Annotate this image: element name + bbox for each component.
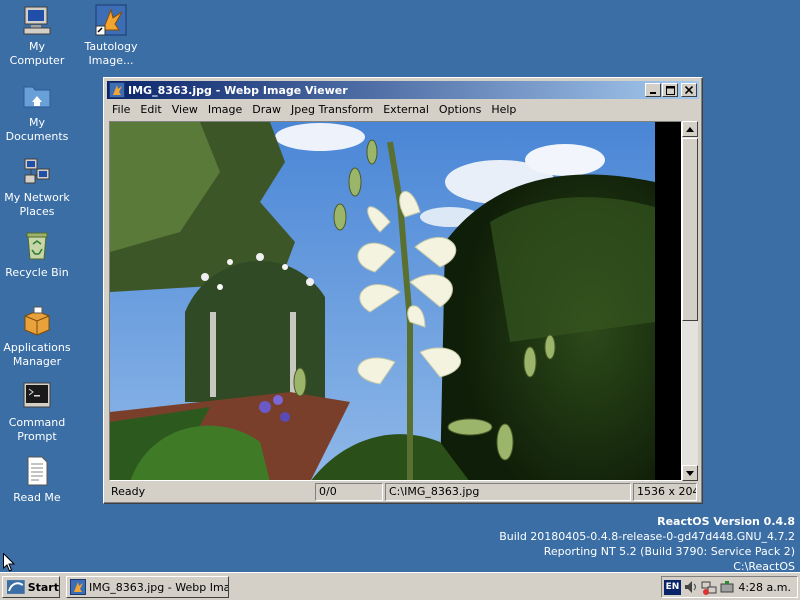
desktop-icon-my-computer[interactable]: My Computer [0,4,74,68]
desktop-icon-my-documents[interactable]: My Documents [0,80,74,144]
window-titlebar[interactable]: IMG_8363.jpg - Webp Image Viewer [107,81,699,99]
system-tray: EN 4:28 a.m. [661,576,798,598]
computer-icon [21,4,53,36]
image-viewer-window[interactable]: IMG_8363.jpg - Webp Image Viewer File Ed… [103,77,703,504]
desktop-icon-read-me[interactable]: Read Me [0,455,74,505]
menu-jpeg-transform[interactable]: Jpeg Transform [286,103,378,116]
scroll-down-button[interactable] [682,465,698,481]
desktop-icon-label: My Network Places [4,191,70,218]
network-status-icon[interactable] [701,579,717,595]
menu-file[interactable]: File [107,103,135,116]
desktop-icon-label: My Documents [5,116,69,143]
minimize-button[interactable] [645,83,661,97]
window-title: IMG_8363.jpg - Webp Image Viewer [128,83,348,97]
status-frame: 0/0 [315,483,383,501]
menu-help[interactable]: Help [486,103,521,116]
taskbar-item-label: IMG_8363.jpg - Webp Ima... [89,580,229,594]
taskbar: Start IMG_8363.jpg - Webp Ima... EN 4:28… [0,572,800,600]
mouse-cursor-icon [3,553,15,572]
text-document-icon [21,455,53,487]
image-viewer-icon [95,4,127,36]
start-button[interactable]: Start [2,576,60,598]
arrow-down-icon [686,470,694,476]
maximize-icon [665,85,675,95]
menu-bar: File Edit View Image Draw Jpeg Transform… [107,100,699,119]
image-viewport[interactable] [109,121,682,481]
safely-remove-hardware-icon[interactable] [719,579,735,595]
minimize-icon [650,92,656,94]
desktop-icon-label: My Computer [9,40,65,67]
scrollbar-thumb[interactable] [682,138,698,321]
menu-external[interactable]: External [378,103,434,116]
desktop-icon-label: Read Me [13,491,61,504]
build-info: ReactOS Version 0.4.8 Build 20180405-0.4… [499,514,795,574]
desktop-icon-label: Command Prompt [8,416,66,443]
desktop-icon-label: Recycle Bin [5,266,69,279]
arrow-up-icon [686,126,694,132]
desktop-icon-my-network-places[interactable]: My Network Places [0,155,74,219]
os-reporting: Reporting NT 5.2 (Build 3790: Service Pa… [543,545,795,558]
language-indicator[interactable]: EN [664,579,681,595]
desktop-icon-applications-manager[interactable]: Applications Manager [0,305,74,369]
start-label: Start [27,580,59,594]
desktop-icon-recycle-bin[interactable]: Recycle Bin [0,230,74,280]
taskbar-item-image-viewer[interactable]: IMG_8363.jpg - Webp Ima... [66,576,229,598]
menu-draw[interactable]: Draw [247,103,286,116]
garden-flower-photo [110,122,681,480]
clock[interactable]: 4:28 a.m. [738,581,791,594]
desktop-icon-label: Tautology Image... [84,40,138,67]
os-version: ReactOS Version 0.4.8 [657,515,795,528]
image-viewer-icon [109,82,125,98]
network-icon [21,155,53,187]
menu-image[interactable]: Image [203,103,247,116]
close-button[interactable] [681,83,697,97]
menu-view[interactable]: View [167,103,203,116]
desktop-icon-tautology-image[interactable]: Tautology Image... [74,4,148,68]
recycle-bin-icon [21,230,53,262]
scroll-up-button[interactable] [682,121,698,137]
start-logo-icon [7,580,25,594]
os-build: Build 20180405-0.4.8-release-0-gd47d448.… [499,530,795,543]
documents-folder-icon [21,80,53,112]
status-path: C:\IMG_8363.jpg [385,483,631,501]
image-viewer-icon [70,579,86,595]
status-dimensions: 1536 x 2048 [633,483,697,501]
menu-options[interactable]: Options [434,103,486,116]
menu-edit[interactable]: Edit [135,103,166,116]
package-icon [21,305,53,337]
status-text: Ready [111,485,146,498]
volume-icon[interactable] [683,579,699,595]
status-bar: Ready 0/0 C:\IMG_8363.jpg 1536 x 2048 [107,483,699,501]
vertical-scrollbar[interactable] [682,121,698,481]
maximize-button[interactable] [662,83,678,97]
terminal-icon [21,380,53,412]
desktop-icon-label: Applications Manager [3,341,71,368]
close-icon [685,86,693,94]
desktop-icon-command-prompt[interactable]: Command Prompt [0,380,74,444]
